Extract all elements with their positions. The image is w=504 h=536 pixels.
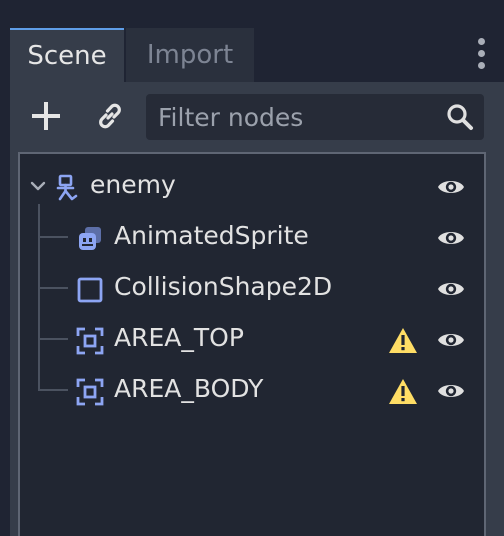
animated-sprite-icon (79, 227, 101, 250)
search-icon[interactable] (446, 103, 474, 131)
plus-icon (32, 102, 60, 130)
tab-import[interactable]: Import (126, 28, 254, 82)
filter-nodes-field[interactable] (146, 94, 484, 140)
filter-nodes-input[interactable] (146, 94, 426, 140)
eye-icon[interactable] (436, 174, 466, 200)
dock-menu-icon[interactable] (476, 38, 486, 72)
warning-icon[interactable] (388, 327, 418, 354)
dock-tab-bar: Scene Import (10, 28, 504, 82)
kinematic-body-2d-icon (56, 174, 78, 201)
link-icon (99, 103, 121, 129)
area-2d-icon (76, 327, 104, 355)
area-2d-icon (76, 378, 104, 406)
add-node-button[interactable] (26, 96, 66, 136)
tree-row-enemy[interactable]: enemy (20, 162, 484, 212)
node-name: enemy (90, 170, 176, 199)
scene-tree: enemy AnimatedSprite CollisionShape2D AR… (18, 152, 486, 536)
eye-icon[interactable] (436, 225, 466, 251)
node-name: AnimatedSprite (114, 221, 309, 250)
node-name: AREA_TOP (114, 323, 244, 352)
node-name: CollisionShape2D (114, 272, 333, 301)
title-strip (0, 0, 504, 28)
tab-scene[interactable]: Scene (10, 28, 124, 82)
scene-panel: enemy AnimatedSprite (10, 82, 504, 536)
collision-shape-2d-icon (77, 277, 103, 303)
chevron-down-icon[interactable] (30, 178, 46, 194)
instance-scene-button[interactable] (90, 96, 130, 136)
eye-icon[interactable] (436, 276, 466, 302)
warning-icon[interactable] (388, 378, 418, 405)
node-name: AREA_BODY (114, 374, 264, 403)
tree-row-area-top[interactable]: AREA_TOP (20, 315, 484, 365)
eye-icon[interactable] (436, 378, 466, 404)
tree-row-collisionshape2d[interactable]: CollisionShape2D (20, 264, 484, 314)
eye-icon[interactable] (436, 327, 466, 353)
tree-row-area-body[interactable]: AREA_BODY (20, 366, 484, 416)
tree-row-animatedsprite[interactable]: AnimatedSprite (20, 213, 484, 263)
scene-dock: Scene Import Filter nodes enemy Animated… (0, 0, 504, 536)
